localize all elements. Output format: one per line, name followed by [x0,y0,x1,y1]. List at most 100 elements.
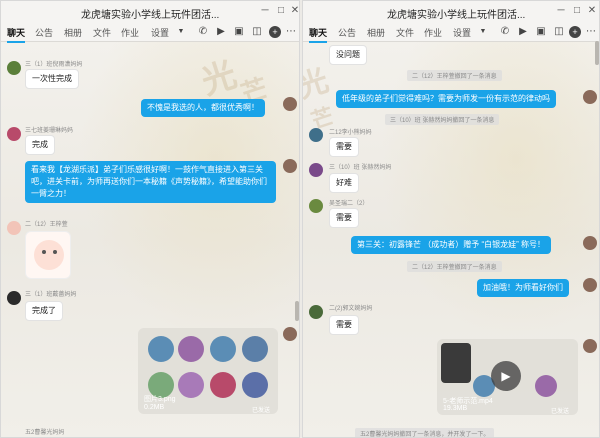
notice-icon[interactable]: ▣ [233,26,245,38]
message-bubble[interactable]: 需要 [329,315,359,335]
scrollbar-thumb[interactable] [595,41,599,65]
chat-window-left: 光 芒 龙虎塘实验小学线上玩件团活... ─ □ ✕ 聊天 公告 相册 文件 作… [0,0,300,438]
maximize-icon[interactable]: □ [275,5,287,17]
message-bubble[interactable]: 没问题 [329,45,367,65]
my-avatar[interactable] [583,339,597,353]
avatar[interactable] [309,199,323,213]
title-bar: 龙虎塘实验小学线上玩件团活... ─ □ ✕ [1,1,299,23]
message-bubble-self[interactable]: 第三关：初露锋芒 （成功者）赠予 “白银龙娃” 称号！ [351,236,551,254]
tab-announcement[interactable]: 公告 [338,26,356,39]
sticker-face-icon [34,240,64,270]
avatar[interactable] [7,221,21,235]
chevron-down-icon[interactable]: ▼ [477,26,489,38]
my-avatar[interactable] [283,159,297,173]
tab-files[interactable]: 文件 [93,26,111,39]
tab-bar: 聊天 公告 相册 文件 作业 设置 ▼ ✆ ▶ ▣ ◫ + ⋯ [1,23,299,43]
tab-announcement[interactable]: 公告 [35,26,53,39]
tab-album[interactable]: 相册 [64,26,82,39]
video-call-icon[interactable]: ▶ [215,26,227,38]
message-bubble[interactable]: 一次性完成 [25,69,79,89]
minimize-icon[interactable]: ─ [555,5,567,17]
tab-homework[interactable]: 作业 [424,26,442,39]
send-status: 已发送 [551,409,570,415]
my-avatar[interactable] [283,97,297,111]
tab-chat[interactable]: 聊天 [7,26,26,43]
file-size: 0.2MB [144,404,165,411]
window-title: 龙虎塘实验小学线上玩件团活... [81,10,220,21]
add-icon[interactable]: + [569,26,581,38]
live-icon[interactable]: ◫ [553,26,565,38]
more-icon[interactable]: ⋯ [285,26,297,38]
gesture-image [178,372,204,398]
tab-homework[interactable]: 作业 [121,26,139,39]
send-status: 已发送 [252,408,271,414]
chevron-down-icon[interactable]: ▼ [175,26,187,38]
title-bar: 龙虎塘实验小学线上玩件团活... ─ □ ✕ [303,1,599,23]
chat-window-right: 光 芒 龙虎塘实验小学线上玩件团活... ─ □ ✕ 聊天 公告 相册 文件 作… [302,0,600,438]
message-bubble[interactable]: 需要 [329,208,359,228]
gesture-image [210,372,236,398]
gesture-image [242,372,268,398]
sender-name: 二12李小熊妈妈 [329,130,372,136]
sticker-eye-icon [53,250,57,254]
sender-name: 三（1）班倪雨潇妈妈 [25,62,83,68]
add-icon[interactable]: + [269,26,281,38]
sticker-eye-icon [42,250,46,254]
system-notice: 二（12）王梓萱撤回了一条消息 [407,70,502,81]
image-file-card[interactable]: 图片3.png 0.2MB 已发送 [138,328,278,414]
maximize-icon[interactable]: □ [571,5,583,17]
message-bubble[interactable]: 好难 [329,173,359,193]
system-notice: 三（10）班 张赫然妈妈撤回了一条消息 [385,114,500,125]
gesture-image [535,375,557,397]
message-bubble-self[interactable]: 加油哦！为师看好你们 [477,279,569,297]
close-icon[interactable]: ✕ [289,5,299,17]
avatar[interactable] [309,128,323,142]
message-bubble-self[interactable]: 低年级的弟子们觉得难吗？需要为师发一份有示范的律动吗 [336,90,556,108]
my-avatar[interactable] [583,236,597,250]
minimize-icon[interactable]: ─ [259,5,271,17]
message-bubble[interactable]: 完成 [25,135,55,155]
avatar[interactable] [7,127,21,141]
window-title: 龙虎塘实验小学线上玩件团活... [387,10,526,21]
gesture-image [148,336,174,362]
live-icon[interactable]: ◫ [251,26,263,38]
tab-bar: 聊天 公告 相册 文件 作业 设置 ▼ ✆ ▶ ▣ ◫ + ⋯ [303,23,599,43]
tab-album[interactable]: 相册 [367,26,385,39]
gesture-image [178,336,204,362]
tab-files[interactable]: 文件 [396,26,414,39]
message-bubble[interactable]: 完成了 [25,301,63,321]
phone-icon[interactable]: ✆ [499,26,511,38]
avatar[interactable] [309,305,323,319]
gesture-image [210,336,236,362]
background-decoration: 光 [196,54,242,104]
message-bubble-self[interactable]: 看来我【龙湖乐派】弟子们乐感很好啊！一鼓作气直接进入第三关吧，进关卡前，为师再送… [25,161,276,203]
video-file-card[interactable]: ▶ 5-老师示范.mp4 19.3MB 已发送 [437,339,578,415]
notice-icon[interactable]: ▣ [535,26,547,38]
my-avatar[interactable] [583,278,597,292]
avatar[interactable] [7,61,21,75]
close-icon[interactable]: ✕ [586,5,598,17]
tab-chat[interactable]: 聊天 [309,26,328,43]
my-avatar[interactable] [583,90,597,104]
message-bubble-self[interactable]: 不愧是我选的人，都很优秀啊！ [141,99,265,117]
tab-settings[interactable]: 设置 [453,26,471,39]
avatar[interactable] [7,291,21,305]
phone-icon[interactable]: ✆ [197,26,209,38]
play-icon[interactable]: ▶ [491,361,521,391]
scrollbar-thumb[interactable] [295,301,299,321]
system-notice: 二（12）王梓萱撤回了一条消息 [407,261,502,272]
sticker-image[interactable] [25,231,71,279]
message-bubble[interactable]: 需要 [329,137,359,157]
avatar[interactable] [309,163,323,177]
sender-name: 三七班姜珊琳妈妈 [25,128,74,134]
file-size: 19.3MB [443,405,468,412]
sender-name: 吴圣瑞二（2） [329,201,369,207]
sender-name: 二(2)郭文婉妈妈 [329,306,373,312]
video-call-icon[interactable]: ▶ [517,26,529,38]
sender-name: 三（1）班戴蔷妈妈 [25,292,77,298]
system-notice: 五2曹馨光妈妈撤回了一条消息，并开发了一下。 [355,428,495,437]
gesture-image [242,336,268,362]
tab-settings[interactable]: 设置 [151,26,169,39]
more-icon[interactable]: ⋯ [585,26,597,38]
my-avatar[interactable] [283,327,297,341]
